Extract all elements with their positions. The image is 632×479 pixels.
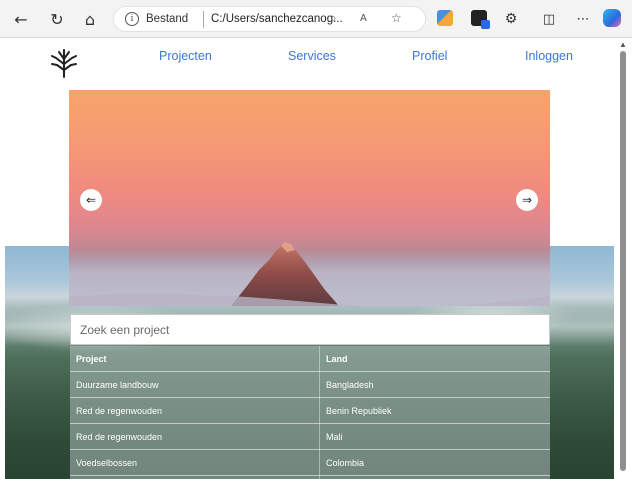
mountain-peak-image — [69, 242, 550, 306]
column-header-land[interactable]: Land — [326, 354, 348, 364]
browser-toolbar: ← ↻ ⌂ i Bestand C:/Users/sanchezcanog...… — [0, 0, 632, 38]
table-row[interactable]: Red de regenwouden Mali — [70, 424, 550, 450]
reload-icon[interactable]: ↻ — [46, 8, 68, 30]
nav-link-services[interactable]: Services — [288, 49, 336, 63]
copilot-icon[interactable] — [603, 9, 621, 27]
browser-window: ← ↻ ⌂ i Bestand C:/Users/sanchezcanog...… — [0, 0, 632, 479]
extension-icon[interactable] — [471, 10, 490, 29]
back-icon[interactable]: ← — [10, 8, 32, 30]
address-bar[interactable]: i Bestand C:/Users/sanchezcanog... ⌕ A ☆ — [113, 6, 426, 32]
project-cell: Voedselbossen — [76, 458, 138, 468]
zoom-icon[interactable]: ⌕ — [330, 11, 337, 26]
country-cell: Bangladesh — [326, 380, 374, 390]
project-search-input[interactable] — [70, 314, 550, 345]
favorite-icon[interactable]: ☆ — [391, 11, 402, 25]
project-table: Project Land Duurzame landbouw Banglades… — [70, 346, 550, 479]
page-scrollbar[interactable]: ▲ — [614, 38, 632, 479]
url-text[interactable]: C:/Users/sanchezcanog... — [211, 13, 343, 25]
split-screen-icon[interactable]: ◫ — [538, 8, 560, 30]
nav-link-inloggen[interactable]: Inloggen — [525, 49, 573, 63]
nav-link-profiel[interactable]: Profiel — [412, 49, 447, 63]
table-row[interactable]: Red de regenwouden Benin Republiek — [70, 398, 550, 424]
more-icon[interactable]: ⋯ — [572, 8, 594, 30]
project-cell: Red de regenwouden — [76, 406, 163, 416]
table-row[interactable]: Voedselbossen Colombia — [70, 450, 550, 476]
country-cell: Colombia — [326, 458, 365, 468]
table-header-row: Project Land — [70, 346, 550, 372]
site-label: Bestand — [146, 13, 189, 25]
read-aloud-icon[interactable]: A — [360, 13, 367, 24]
carousel-next-button[interactable]: ⇒ — [516, 189, 538, 211]
nav-link-projecten[interactable]: Projecten — [159, 49, 212, 63]
hero-carousel: ⇐ ⇒ — [69, 90, 550, 306]
extension-icon[interactable] — [437, 10, 453, 26]
home-icon[interactable]: ⌂ — [79, 8, 101, 30]
extension-icon[interactable]: ⚙ — [500, 8, 522, 30]
scroll-up-icon[interactable]: ▲ — [619, 40, 627, 49]
info-icon[interactable]: i — [125, 12, 139, 26]
project-cell: Duurzame landbouw — [76, 380, 159, 390]
column-header-project[interactable]: Project — [76, 354, 107, 364]
country-cell: Benin Republiek — [326, 406, 392, 416]
project-cell: Red de regenwouden — [76, 432, 163, 442]
scrollbar-thumb[interactable] — [620, 51, 626, 471]
table-row[interactable]: Duurzame landbouw Bangladesh — [70, 372, 550, 398]
carousel-prev-button[interactable]: ⇐ — [80, 189, 102, 211]
country-cell: Mali — [326, 432, 343, 442]
tree-logo-icon[interactable] — [50, 48, 78, 78]
address-separator — [203, 11, 204, 28]
web-page: Projecten Services Profiel Inloggen ⇐ ⇒ … — [0, 38, 614, 479]
